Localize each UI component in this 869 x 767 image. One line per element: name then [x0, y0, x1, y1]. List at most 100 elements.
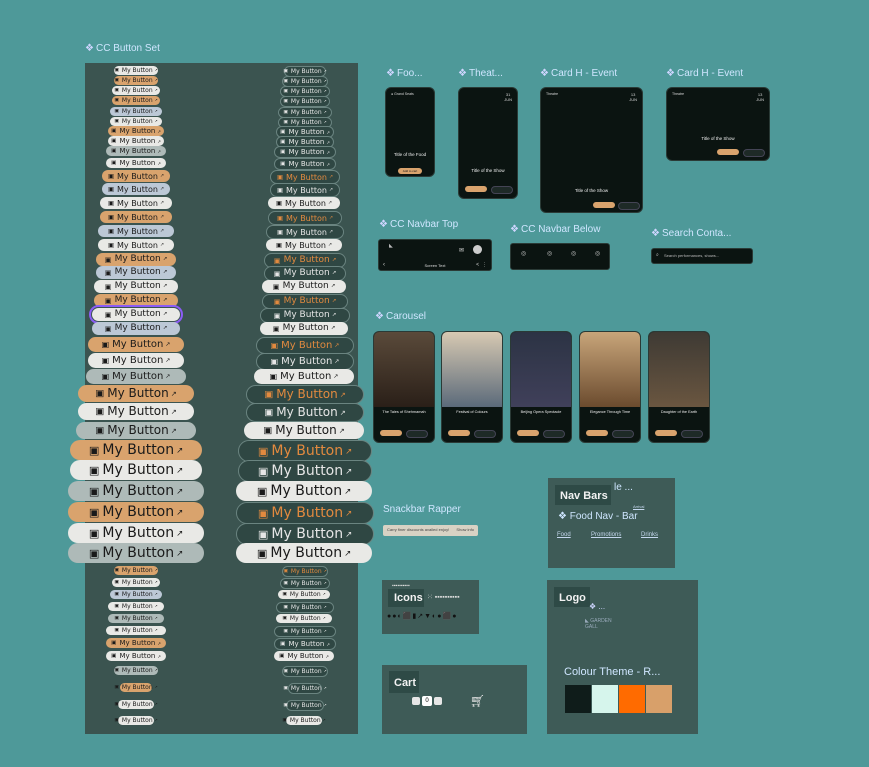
- carousel-card[interactable]: Beijing Opera Spectacle: [510, 331, 572, 443]
- left-button-4[interactable]: ▣ My Button ↗: [110, 106, 162, 116]
- search-container[interactable]: ⌕ Search performances, shows...: [651, 248, 753, 264]
- left-button-2[interactable]: ▣ My Button ↗: [112, 85, 160, 95]
- carousel-info-button[interactable]: [543, 430, 565, 438]
- left-button-9[interactable]: ▣ My Button ↗: [106, 158, 166, 168]
- right-button-8[interactable]: ▣ My Button ↗: [274, 146, 336, 158]
- left-button-0[interactable]: ▣ My Button ↗: [114, 65, 158, 75]
- right-button-2[interactable]: ▣ My Button ↗: [280, 85, 330, 97]
- left-button-7[interactable]: ▣ My Button ↗: [108, 136, 164, 146]
- left-button-5[interactable]: ▣ My Button ↗: [110, 116, 162, 126]
- right-button-13[interactable]: ▣ My Button ↗: [268, 211, 342, 225]
- right-button-27[interactable]: ▣ My Button ↗: [244, 421, 364, 439]
- carousel-info-button[interactable]: [681, 430, 703, 438]
- cart-icon[interactable]: 🛒︎: [470, 694, 485, 708]
- right-button-12[interactable]: ▣ My Button ↗: [268, 197, 340, 209]
- left-button-23[interactable]: ▣ My Button ↗: [88, 352, 184, 368]
- nav-profile-icon[interactable]: ◎: [595, 250, 600, 257]
- left-button-44[interactable]: ▣ My Button ↗: [114, 699, 158, 709]
- cart-stepper[interactable]: 0: [412, 696, 442, 706]
- right-button-30[interactable]: ▣ My Button ↗: [236, 481, 372, 501]
- right-button-28[interactable]: ▣ My Button ↗: [238, 440, 372, 462]
- right-button-1[interactable]: ▣ My Button ↗: [282, 75, 328, 87]
- right-button-41[interactable]: ▣ My Button ↗: [274, 651, 334, 661]
- right-button-29[interactable]: ▣ My Button ↗: [238, 460, 372, 482]
- food-nav-link-promotions[interactable]: Promotions: [591, 532, 621, 538]
- left-button-21[interactable]: ▣ My Button ↗: [92, 321, 180, 335]
- add-to-cart-button[interactable]: Add to cart: [398, 168, 422, 174]
- carousel-book-button[interactable]: [517, 430, 539, 436]
- right-button-35[interactable]: ▣ My Button ↗: [280, 577, 330, 589]
- left-button-38[interactable]: ▣ My Button ↗: [108, 613, 164, 623]
- event-card-2-book-button[interactable]: [717, 149, 739, 155]
- right-button-21[interactable]: ▣ My Button ↗: [260, 321, 348, 335]
- carousel-card[interactable]: The Tales of Shehmamah: [373, 331, 435, 443]
- left-button-24[interactable]: ▣ My Button ↗: [86, 368, 186, 384]
- right-button-4[interactable]: ▣ My Button ↗: [278, 106, 332, 118]
- event-card-1[interactable]: Theatre 13 JUN Title of the Show: [540, 87, 643, 213]
- right-button-32[interactable]: ▣ My Button ↗: [236, 523, 374, 545]
- food-card[interactable]: ● Grand Seats Title of the Food Add to c…: [385, 87, 435, 177]
- left-button-45[interactable]: ▣ My Button ↗: [114, 715, 158, 725]
- left-button-27[interactable]: ▣ My Button ↗: [76, 421, 196, 439]
- more-icon[interactable]: ⋮: [482, 262, 487, 268]
- left-button-31[interactable]: ▣ My Button ↗: [68, 502, 204, 522]
- left-button-15[interactable]: ▣ My Button ↗: [98, 239, 174, 251]
- right-button-37[interactable]: ▣ My Button ↗: [276, 601, 334, 613]
- right-button-25[interactable]: ▣ My Button ↗: [246, 384, 364, 404]
- left-button-30[interactable]: ▣ My Button ↗: [68, 481, 204, 501]
- event-card-2[interactable]: Theatre 13 JUN Title of the Show: [666, 87, 770, 161]
- theatre-book-button[interactable]: [465, 186, 487, 192]
- left-button-16[interactable]: ▣ My Button ↗: [96, 252, 176, 266]
- left-button-12[interactable]: ▣ My Button ↗: [100, 197, 172, 209]
- left-button-10[interactable]: ▣ My Button ↗: [102, 170, 170, 182]
- event-card-2-info-button[interactable]: [743, 149, 765, 157]
- right-button-36[interactable]: ▣ My Button ↗: [278, 589, 330, 599]
- left-button-3[interactable]: ▣ My Button ↗: [112, 95, 160, 105]
- left-button-32[interactable]: ▣ My Button ↗: [68, 523, 204, 543]
- left-button-28[interactable]: ▣ My Button ↗: [70, 440, 202, 460]
- carousel-info-button[interactable]: [406, 430, 428, 438]
- carousel-card[interactable]: Festival of Colours: [441, 331, 503, 443]
- left-button-37[interactable]: ▣ My Button ↗: [108, 601, 164, 611]
- carousel-card[interactable]: Daughter of the Earth: [648, 331, 710, 443]
- left-button-17[interactable]: ▣ My Button ↗: [96, 265, 176, 279]
- left-button-33[interactable]: ▣ My Button ↗: [68, 543, 204, 563]
- snackbar-action[interactable]: Show info: [456, 527, 474, 532]
- left-button-18[interactable]: ▣ My Button ↗: [94, 279, 178, 293]
- right-button-33[interactable]: ▣ My Button ↗: [236, 543, 372, 563]
- left-button-34[interactable]: ▣ My Button ↗: [114, 565, 158, 575]
- left-button-14[interactable]: ▣ My Button ↗: [98, 225, 174, 237]
- event-card-1-book-button[interactable]: [593, 202, 615, 208]
- navbar-action-icons[interactable]: ✉: [459, 247, 464, 254]
- left-button-11[interactable]: ▣ My Button ↗: [102, 183, 170, 195]
- nav-home-icon[interactable]: ◎: [521, 250, 526, 257]
- left-button-26[interactable]: ▣ My Button ↗: [78, 402, 194, 420]
- right-button-0[interactable]: ▣ My Button ↗: [283, 65, 327, 77]
- theatre-info-button[interactable]: [491, 186, 513, 194]
- carousel-card[interactable]: Elegance Through Time: [579, 331, 641, 443]
- nav-bars-link-top[interactable]: Arrival: [633, 504, 644, 509]
- left-button-35[interactable]: ▣ My Button ↗: [112, 577, 160, 587]
- carousel-book-button[interactable]: [380, 430, 402, 436]
- right-button-10[interactable]: ▣ My Button ↗: [270, 170, 340, 184]
- left-button-1[interactable]: ▣ My Button ↗: [114, 75, 158, 85]
- left-button-41[interactable]: ▣ My Button ↗: [106, 651, 166, 661]
- event-card-1-info-button[interactable]: [618, 202, 640, 210]
- right-button-24[interactable]: ▣ My Button ↗: [254, 368, 354, 384]
- right-button-45[interactable]: ▣ My Button ↗: [282, 715, 326, 725]
- right-button-44[interactable]: ▣ My Button ↗: [283, 699, 327, 711]
- right-button-18[interactable]: ▣ My Button ↗: [262, 279, 346, 293]
- carousel-book-button[interactable]: [448, 430, 470, 436]
- left-button-29[interactable]: ▣ My Button ↗: [70, 460, 202, 480]
- left-button-22[interactable]: ▣ My Button ↗: [88, 336, 184, 352]
- right-button-19[interactable]: ▣ My Button ↗: [262, 293, 348, 309]
- carousel-info-button[interactable]: [612, 430, 634, 438]
- right-button-20[interactable]: ▣ My Button ↗: [260, 307, 350, 323]
- left-button-39[interactable]: ▣ My Button ↗: [106, 625, 166, 635]
- left-button-42[interactable]: ▣ My Button ↗: [114, 665, 158, 675]
- food-nav-link-drinks[interactable]: Drinks: [641, 532, 658, 538]
- left-button-36[interactable]: ▣ My Button ↗: [110, 589, 162, 599]
- carousel-book-button[interactable]: [655, 430, 677, 436]
- right-button-22[interactable]: ▣ My Button ↗: [256, 336, 354, 354]
- right-button-3[interactable]: ▣ My Button ↗: [280, 95, 330, 107]
